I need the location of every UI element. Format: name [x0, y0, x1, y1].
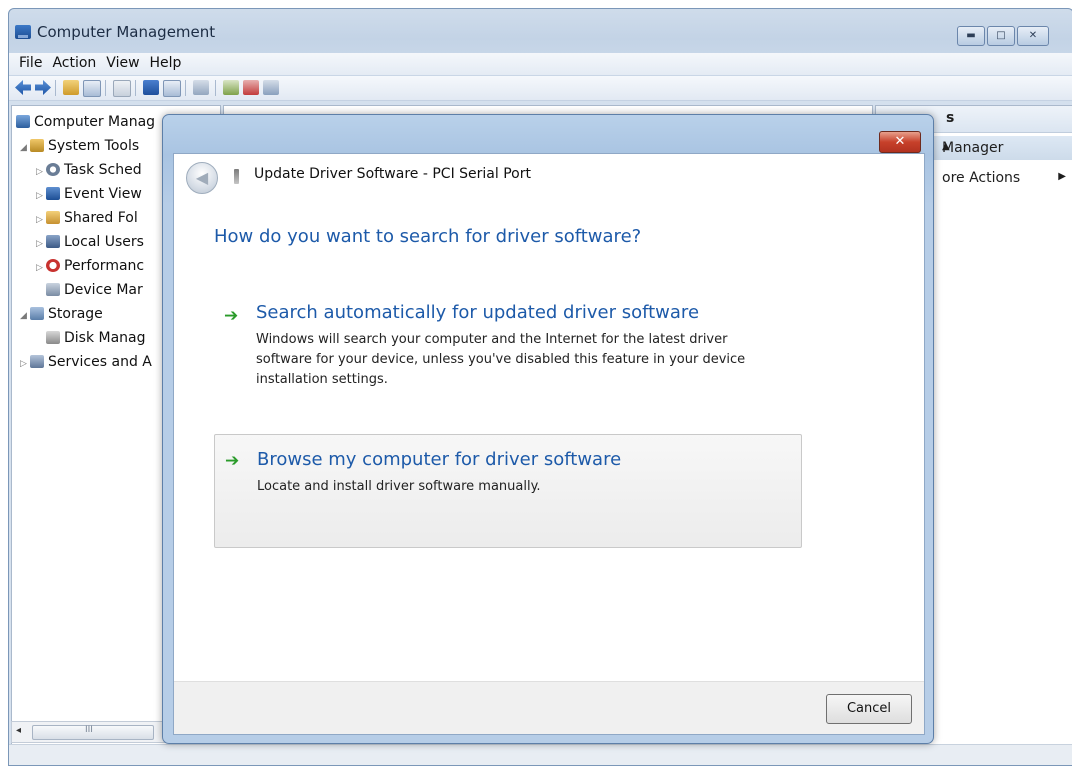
menu-file[interactable]: File — [15, 53, 48, 71]
tree-item-shared-folders[interactable]: ▷ Shared Fol — [36, 210, 138, 226]
uninstall-device-icon[interactable] — [243, 80, 259, 95]
toolbar-separator — [185, 80, 186, 96]
storage-icon — [30, 307, 44, 320]
option-description-line: software for your device, unless you've … — [256, 352, 746, 367]
toolbar-separator — [55, 80, 56, 96]
scroll-left-icon[interactable]: ◂ — [16, 725, 21, 736]
option-description-line: Windows will search your computer and th… — [256, 332, 728, 347]
tree-item-label: Storage — [48, 306, 103, 322]
maximize-button[interactable]: □ — [987, 26, 1015, 46]
tree-item-label: Device Mar — [64, 282, 143, 298]
status-bar — [9, 744, 1072, 765]
tree-item-performance[interactable]: ▷ Performanc — [36, 258, 144, 274]
expand-arrow-icon[interactable]: ▷ — [20, 359, 30, 369]
collapse-arrow-icon[interactable]: ◢ — [20, 143, 30, 153]
close-window-button[interactable]: ✕ — [1017, 26, 1049, 46]
forward-icon[interactable] — [35, 80, 51, 95]
toolbar-separator — [135, 80, 136, 96]
update-driver-dialog: ✕ ◀ Update Driver Software - PCI Serial … — [162, 114, 934, 744]
up-folder-icon[interactable] — [63, 80, 79, 95]
expand-arrow-icon[interactable]: ▷ — [36, 167, 46, 177]
toolbar-separator — [105, 80, 106, 96]
tree-item-task-scheduler[interactable]: ▷ Task Sched — [36, 162, 142, 178]
computer-management-icon — [15, 25, 31, 39]
dialog-content: ◀ Update Driver Software - PCI Serial Po… — [173, 153, 925, 735]
disable-device-icon[interactable] — [263, 80, 279, 95]
scrollbar-thumb[interactable]: III — [32, 725, 154, 740]
tree-item-device-manager[interactable]: Device Mar — [46, 282, 143, 298]
dialog-footer: Cancel — [174, 681, 924, 734]
tree-item-local-users[interactable]: ▷ Local Users — [36, 234, 144, 250]
tree-item-label: System Tools — [48, 138, 140, 154]
device-manager-icon — [46, 283, 60, 296]
cancel-button[interactable]: Cancel — [826, 694, 912, 724]
option-description: Locate and install driver software manua… — [257, 479, 541, 494]
tree-item-storage[interactable]: ◢ Storage — [20, 306, 103, 322]
tree-item-label: Services and A — [48, 354, 152, 370]
dialog-title: Update Driver Software - PCI Serial Port — [254, 166, 531, 182]
tree-item-label: Shared Fol — [64, 210, 138, 226]
clock-icon — [46, 163, 60, 176]
dialog-close-button[interactable]: ✕ — [879, 131, 921, 153]
disk-icon — [46, 331, 60, 344]
properties-icon[interactable] — [113, 80, 131, 97]
menu-view[interactable]: View — [102, 53, 145, 71]
tree-item-label: Performanc — [64, 258, 145, 274]
green-arrow-icon: ➔ — [224, 306, 239, 326]
services-icon — [30, 355, 44, 368]
expand-arrow-icon[interactable]: ▷ — [36, 191, 46, 201]
toolbar-separator — [215, 80, 216, 96]
expand-arrow-icon[interactable]: ▷ — [36, 263, 46, 273]
menu-action[interactable]: Action — [48, 53, 102, 71]
option-title: Search automatically for updated driver … — [256, 302, 700, 323]
tree-item-event-viewer[interactable]: ▷ Event View — [36, 186, 142, 202]
tree-item-disk-management[interactable]: Disk Manag — [46, 330, 146, 346]
toolbar — [9, 76, 1072, 101]
performance-icon — [46, 259, 60, 272]
browse-computer-option[interactable]: ➔ Browse my computer for driver software… — [214, 434, 802, 548]
scroll-grip-icon: III — [85, 725, 93, 735]
title-bar[interactable]: Computer Management ▬ □ ✕ — [9, 9, 1072, 53]
tree-item-label: Event View — [64, 186, 142, 202]
tools-icon — [30, 139, 44, 152]
minimize-button[interactable]: ▬ — [957, 26, 985, 46]
green-arrow-icon: ➔ — [225, 451, 240, 471]
menu-help[interactable]: Help — [146, 53, 188, 71]
option-description-line: installation settings. — [256, 372, 388, 387]
expand-arrow-icon[interactable]: ▷ — [36, 239, 46, 249]
show-action-pane-icon[interactable] — [163, 80, 181, 97]
tree-item-label: Computer Manag — [34, 114, 156, 130]
computer-icon — [16, 115, 30, 128]
event-viewer-icon — [46, 187, 60, 200]
window-title: Computer Management — [37, 23, 216, 41]
tree-item-label: Disk Manag — [64, 330, 146, 346]
shared-folder-icon — [46, 211, 60, 224]
tree-item-computer-management[interactable]: Computer Manag — [16, 114, 155, 130]
search-question-heading: How do you want to search for driver sof… — [214, 226, 642, 247]
actions-header-label: s — [946, 110, 955, 126]
tree-item-system-tools[interactable]: ◢ System Tools — [20, 138, 139, 154]
collapse-section-icon[interactable]: ▲ — [942, 141, 1068, 152]
tree-item-services-and-applications[interactable]: ▷ Services and A — [20, 354, 152, 370]
users-icon — [46, 235, 60, 248]
option-description: Windows will search your computer and th… — [256, 330, 796, 390]
more-actions-item[interactable]: ore Actions — [942, 170, 1020, 186]
back-icon[interactable] — [15, 80, 31, 95]
help-icon[interactable] — [143, 80, 159, 95]
show-hide-tree-icon[interactable] — [83, 80, 101, 97]
expand-arrow-icon[interactable]: ▷ — [36, 215, 46, 225]
submenu-arrow-icon: ▶ — [1058, 171, 1066, 182]
update-driver-icon[interactable] — [223, 80, 239, 95]
search-automatically-option[interactable]: ➔ Search automatically for updated drive… — [214, 286, 800, 396]
collapse-arrow-icon[interactable]: ◢ — [20, 311, 30, 321]
tree-item-label: Task Sched — [64, 162, 142, 178]
tree-item-label: Local Users — [64, 234, 144, 250]
serial-port-icon — [234, 169, 239, 184]
scan-hardware-icon[interactable] — [193, 80, 209, 95]
menu-bar: File Action View Help — [9, 53, 1072, 76]
option-title: Browse my computer for driver software — [257, 449, 622, 470]
back-button[interactable]: ◀ — [186, 162, 218, 194]
